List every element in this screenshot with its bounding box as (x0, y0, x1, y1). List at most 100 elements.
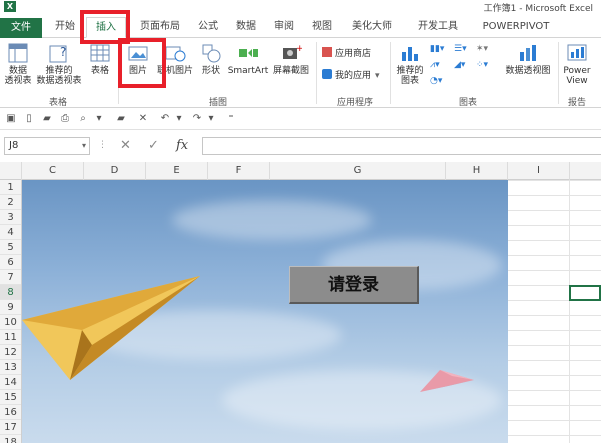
formula-bar: J8 ▾ ⋮ ✕ ✓ fx (0, 130, 601, 162)
row-header[interactable]: 15 (0, 390, 21, 405)
formula-input[interactable] (202, 137, 601, 155)
selected-cell[interactable] (569, 285, 601, 301)
new-file-icon[interactable]: ▯ (22, 112, 36, 126)
svg-text:?: ? (60, 45, 66, 59)
screenshot-button[interactable]: + 屏幕截图 (270, 42, 312, 76)
app-store-button[interactable]: 应用商店 (322, 47, 371, 61)
power-view-icon (567, 44, 587, 61)
tab-formulas[interactable]: 公式 (192, 17, 224, 37)
pink-paper-plane-icon (420, 370, 474, 392)
hierarchy-chart-button[interactable]: ☰▾ (454, 42, 467, 56)
group-tables-label: 表格 (48, 98, 67, 108)
power-view-label: Power View (563, 66, 591, 86)
line-chart-button[interactable]: ⩘▾ (430, 58, 440, 72)
row-header[interactable]: 16 (0, 405, 21, 420)
shapes-button[interactable]: 形状 (198, 42, 224, 76)
my-apps-icon (322, 69, 332, 79)
resize-handle-icon[interactable]: ⋮ (98, 140, 107, 150)
row-header[interactable]: 11 (0, 330, 21, 345)
sky-background-picture[interactable] (22, 180, 508, 443)
smartart-icon (239, 49, 258, 57)
close-icon[interactable]: ✕ (136, 112, 150, 126)
row-header[interactable]: 2 (0, 195, 21, 210)
yellow-paper-plane-icon (22, 276, 200, 380)
recommended-charts-icon (402, 47, 418, 61)
svg-text:+: + (296, 44, 302, 54)
pie-chart-button[interactable]: ◔▾ (430, 74, 442, 88)
column-header-e[interactable]: E (146, 162, 208, 180)
pie-chart-icon: ◔▾ (430, 76, 443, 86)
column-header-f[interactable]: F (208, 162, 270, 180)
tab-home[interactable]: 开始 (48, 17, 82, 37)
row-header[interactable]: 4 (0, 225, 21, 240)
tab-powerpivot[interactable]: POWERPIVOT (476, 17, 556, 37)
column-header-h[interactable]: H (446, 162, 508, 180)
recommended-charts-button[interactable]: 推荐的 图表 (394, 42, 426, 86)
scatter-chart-button[interactable]: ⁘▾ (476, 58, 488, 72)
tab-review[interactable]: 审阅 (268, 17, 300, 37)
open-folder-icon[interactable]: ▰ (40, 112, 54, 126)
shapes-label: 形状 (201, 66, 220, 76)
enter-icon[interactable]: ✓ (148, 138, 159, 153)
dropdown-arrow-icon[interactable]: ▾ (204, 112, 218, 126)
name-box[interactable]: J8 ▾ (4, 137, 90, 155)
tab-file[interactable]: 文件 (0, 18, 42, 38)
tab-page-layout[interactable]: 页面布局 (132, 17, 188, 37)
tab-beautify[interactable]: 美化大师 (344, 17, 400, 37)
row-header[interactable]: 3 (0, 210, 21, 225)
save-icon[interactable]: ▣ (4, 112, 18, 126)
app-store-label: 应用商店 (335, 49, 372, 59)
redo-icon[interactable]: ↷ (190, 112, 204, 126)
table-button[interactable]: 表格 (86, 42, 114, 76)
group-charts-label: 图表 (458, 98, 477, 108)
row-header[interactable]: 7 (0, 270, 21, 285)
row-header[interactable]: 9 (0, 300, 21, 315)
row-header[interactable]: 14 (0, 375, 21, 390)
row-header[interactable]: 17 (0, 420, 21, 435)
select-all-corner[interactable] (0, 162, 22, 180)
insert-function-icon[interactable]: fx (176, 138, 188, 153)
tab-data[interactable]: 数据 (230, 17, 262, 37)
tab-view[interactable]: 视图 (306, 17, 338, 37)
ribbon-separator (316, 42, 317, 104)
row-header[interactable]: 6 (0, 255, 21, 270)
folder-icon[interactable]: ▰ (114, 112, 128, 126)
smartart-button[interactable]: SmartArt (226, 42, 270, 76)
ribbon-separator (558, 42, 559, 104)
column-header-d[interactable]: D (84, 162, 146, 180)
pivot-chart-icon (520, 45, 536, 61)
undo-icon[interactable]: ↶ (158, 112, 172, 126)
cancel-icon[interactable]: ✕ (120, 138, 131, 153)
column-header-c[interactable]: C (22, 162, 84, 180)
print-preview-icon[interactable]: ⌕ (76, 112, 90, 126)
recommended-pivot-button[interactable]: ? 推荐的 数据透视表 (34, 42, 84, 86)
row-header-selected[interactable]: 8 (0, 285, 21, 300)
row-header[interactable]: 5 (0, 240, 21, 255)
dropdown-arrow-icon[interactable]: ▾ (92, 112, 106, 126)
column-chart-button[interactable]: ▮▮▾ (430, 42, 444, 56)
print-icon[interactable]: ⎙ (58, 112, 72, 126)
power-view-button[interactable]: Power View (560, 42, 594, 86)
column-header-i[interactable]: I (508, 162, 570, 180)
row-header[interactable]: 13 (0, 360, 21, 375)
row-header[interactable]: 12 (0, 345, 21, 360)
pivot-table-button[interactable]: 数据 透视表 (2, 42, 34, 86)
column-header-g[interactable]: G (270, 162, 446, 180)
area-chart-button[interactable]: ◢▾ (454, 58, 465, 72)
row-header[interactable]: 18 (0, 435, 21, 443)
screenshot-icon: + (283, 44, 302, 59)
row-header[interactable]: 10 (0, 315, 21, 330)
tab-developer[interactable]: 开发工具 (410, 17, 466, 37)
row-header[interactable]: 1 (0, 180, 21, 195)
my-apps-button[interactable]: 我的应用 ▾ (322, 69, 380, 83)
gridline (569, 180, 570, 443)
login-button[interactable]: 请登录 (289, 266, 419, 304)
customize-toolbar-icon[interactable]: ⁼ (224, 112, 238, 126)
dropdown-arrow-icon[interactable]: ▾ (172, 112, 186, 126)
pivot-chart-button[interactable]: 数据透视图 (502, 42, 554, 76)
column-chart-icon: ▮▮▾ (430, 44, 445, 54)
waterfall-chart-button[interactable]: ✶▾ (476, 42, 488, 56)
online-picture-icon (165, 46, 186, 62)
group-apps-label: 应用程序 (336, 98, 373, 108)
chevron-down-icon[interactable]: ▾ (82, 138, 86, 154)
